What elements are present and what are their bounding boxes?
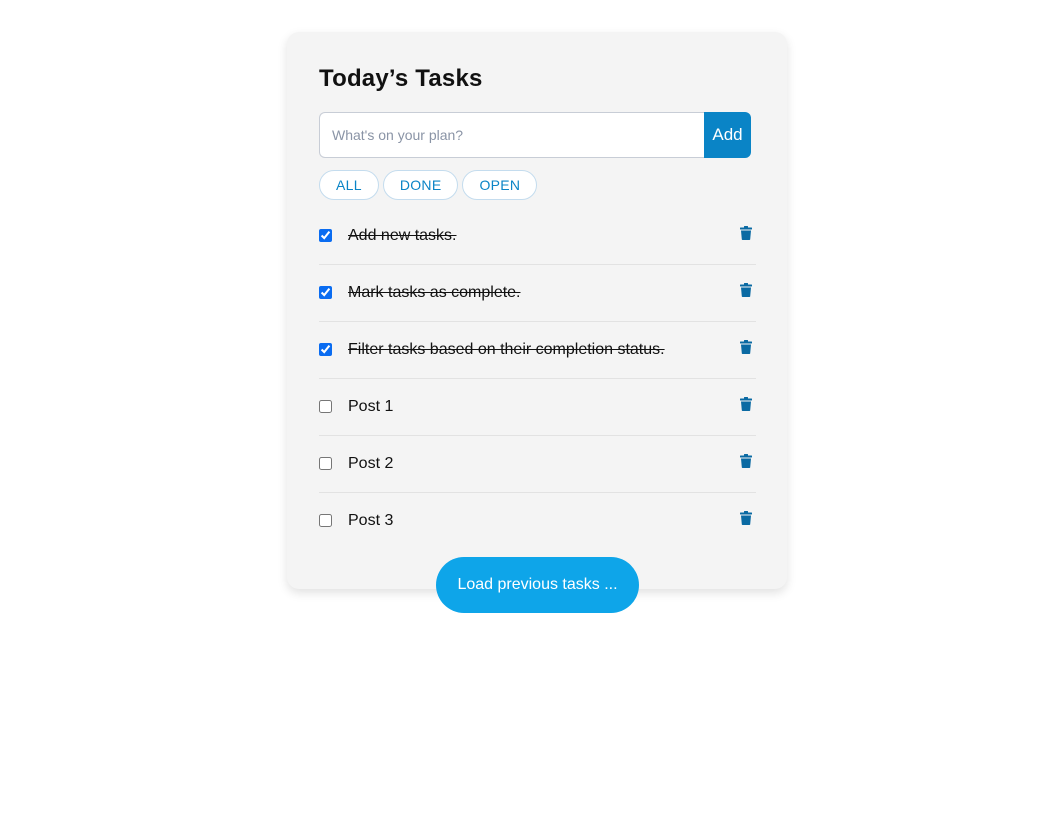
filter-open-button[interactable]: OPEN (462, 170, 538, 200)
task-label: Post 1 (348, 398, 394, 415)
task-label: Filter tasks based on their completion s… (348, 341, 665, 358)
add-task-form: Add (319, 112, 751, 158)
trash-icon (740, 511, 752, 525)
task-item: Add new tasks. (319, 208, 756, 265)
delete-task-button[interactable] (738, 225, 754, 241)
task-checkbox[interactable] (319, 514, 332, 527)
task-checkbox[interactable] (319, 457, 332, 470)
trash-icon (740, 397, 752, 411)
task-item: Post 1 (319, 379, 756, 436)
load-previous-tasks-button[interactable]: Load previous tasks ... (436, 557, 639, 613)
trash-icon (740, 340, 752, 354)
task-checkbox[interactable] (319, 343, 332, 356)
task-label: Mark tasks as complete. (348, 284, 521, 301)
task-checkbox[interactable] (319, 286, 332, 299)
task-label: Post 3 (348, 512, 394, 529)
task-item: Mark tasks as complete. (319, 265, 756, 322)
filter-all-button[interactable]: ALL (319, 170, 379, 200)
add-button[interactable]: Add (704, 112, 751, 158)
delete-task-button[interactable] (738, 282, 754, 298)
filter-done-button[interactable]: DONE (382, 170, 459, 200)
delete-task-button[interactable] (738, 453, 754, 469)
delete-task-button[interactable] (738, 339, 754, 355)
task-item: Post 2 (319, 436, 756, 493)
trash-icon (740, 454, 752, 468)
filter-group: ALL DONE OPEN (319, 170, 538, 200)
task-list: Add new tasks. Mark tasks as complete. F… (319, 208, 756, 550)
trash-icon (740, 226, 752, 240)
task-item: Filter tasks based on their completion s… (319, 322, 756, 379)
task-checkbox[interactable] (319, 229, 332, 242)
tasks-card: Today’s Tasks Add ALL DONE OPEN Add new … (287, 32, 787, 589)
page-title: Today’s Tasks (319, 65, 483, 92)
delete-task-button[interactable] (738, 510, 754, 526)
task-checkbox[interactable] (319, 400, 332, 413)
task-input[interactable] (319, 112, 704, 158)
delete-task-button[interactable] (738, 396, 754, 412)
trash-icon (740, 283, 752, 297)
task-item: Post 3 (319, 493, 756, 550)
task-label: Post 2 (348, 455, 394, 472)
task-label: Add new tasks. (348, 227, 457, 244)
